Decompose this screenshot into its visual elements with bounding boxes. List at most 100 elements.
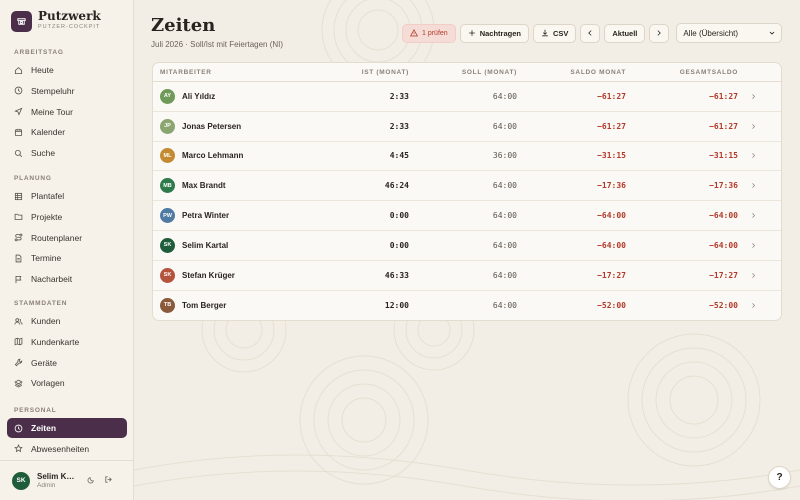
- total-balance: −61:27: [709, 121, 738, 131]
- sidebar-item-label: Heute: [31, 65, 54, 75]
- employee-name: Ali Yıldız: [182, 91, 216, 101]
- chevron-right-icon[interactable]: [738, 182, 768, 189]
- previous-month-button[interactable]: [580, 23, 601, 43]
- employee-name: Selim Kartal: [182, 240, 229, 250]
- actual-hours: 12:00: [384, 300, 409, 310]
- sidebar-item-label: Vorlagen: [31, 378, 65, 389]
- actual-hours: 0:00: [389, 240, 409, 250]
- table-row[interactable]: PW Petra Winter 0:00 64:00 −64:00 −64:00: [153, 201, 781, 231]
- chevron-right-icon[interactable]: [738, 302, 768, 309]
- csv-export-button[interactable]: CSV: [532, 23, 577, 43]
- sidebar-item-kalender[interactable]: Kalender: [7, 122, 127, 142]
- map-icon: [14, 337, 23, 346]
- employee-name: Stefan Krüger: [182, 270, 235, 280]
- sidebar-item-routenplaner[interactable]: Routenplaner: [7, 228, 127, 248]
- avatar[interactable]: SK: [12, 471, 30, 490]
- chevron-right-icon[interactable]: [738, 212, 768, 219]
- table-row[interactable]: SK Selim Kartal 0:00 64:00 −64:00 −64:00: [153, 231, 781, 261]
- warning-icon: [410, 29, 418, 37]
- next-month-button[interactable]: [649, 23, 670, 43]
- header-total-balance[interactable]: GESAMTSALDO: [626, 69, 738, 76]
- employee-avatar: SK: [160, 237, 175, 253]
- sidebar-item-meine tour[interactable]: Meine Tour: [7, 102, 127, 122]
- review-warning-label: 1 prüfen: [422, 29, 448, 37]
- table-row[interactable]: AY Ali Yıldız 2:33 64:00 −61:27 −61:27: [153, 82, 781, 112]
- sidebar-item-nacharbeit[interactable]: Nacharbeit: [7, 269, 127, 289]
- nav-section-planung: PLANUNG: [14, 175, 52, 182]
- month-balance: −64:00: [597, 240, 626, 250]
- sidebar-item-geräte[interactable]: Geräte: [7, 353, 127, 373]
- user-bar: SK Selim Ka... Admin: [0, 460, 133, 500]
- chevron-right-icon[interactable]: [738, 242, 768, 249]
- sidebar-item-kunden[interactable]: Kunden: [7, 311, 127, 331]
- table-row[interactable]: TB Tom Berger 12:00 64:00 −52:00 −52:00: [153, 291, 781, 320]
- employee-name: Petra Winter: [182, 211, 230, 221]
- target-hours: 64:00: [492, 270, 517, 280]
- download-icon: [542, 29, 548, 37]
- users-icon: [14, 317, 23, 326]
- total-balance: −52:00: [709, 300, 738, 310]
- help-button[interactable]: ?: [768, 466, 791, 489]
- header-actual[interactable]: IST (MONAT): [343, 69, 409, 76]
- times-table: MITARBEITER IST (MONAT) SOLL (MONAT) SAL…: [152, 62, 782, 321]
- sidebar-item-label: Routenplaner: [31, 232, 83, 243]
- sidebar-item-label: Kunden: [31, 316, 61, 326]
- current-month-button[interactable]: Aktuell: [604, 23, 646, 43]
- employee-avatar: PW: [160, 208, 175, 224]
- sidebar-item-label: Kalender: [31, 127, 66, 138]
- chevron-down-icon: [770, 31, 775, 35]
- actual-hours: 2:33: [389, 91, 409, 101]
- sidebar-item-suche[interactable]: Suche: [7, 143, 127, 163]
- header-balance[interactable]: SALDO MONAT: [517, 69, 626, 76]
- table-header: MITARBEITER IST (MONAT) SOLL (MONAT) SAL…: [153, 63, 781, 82]
- employee-filter-value: Alle (Übersicht): [683, 28, 739, 38]
- logout-icon[interactable]: [104, 475, 115, 486]
- current-month-label: Aktuell: [612, 28, 638, 38]
- chevron-left-icon: [588, 30, 592, 36]
- sidebar-item-stempeluhr[interactable]: Stempeluhr: [7, 81, 127, 101]
- month-balance: −17:27: [597, 270, 626, 280]
- dark-mode-icon[interactable]: [87, 475, 98, 486]
- user-role: Admin: [37, 482, 56, 489]
- review-warning-button[interactable]: 1 prüfen: [402, 23, 456, 43]
- nav-section-personal: PERSONAL: [14, 407, 57, 414]
- employee-filter-select[interactable]: Alle (Übersicht): [676, 23, 783, 43]
- chevron-right-icon[interactable]: [738, 93, 768, 100]
- calendar-icon: [14, 128, 23, 137]
- sidebar-item-projekte[interactable]: Projekte: [7, 207, 127, 227]
- table-body: AY Ali Yıldız 2:33 64:00 −61:27 −61:27 JP Jonas…: [153, 82, 781, 320]
- sidebar-item-label: Nacharbeit: [31, 274, 73, 285]
- table-row[interactable]: SK Stefan Krüger 46:33 64:00 −17:27 −17:27: [153, 261, 781, 291]
- sidebar-item-vorlagen[interactable]: Vorlagen: [7, 373, 127, 393]
- sidebar-item-abwesenheiten[interactable]: Abwesenheiten: [7, 439, 127, 459]
- sidebar-item-heute[interactable]: Heute: [7, 60, 127, 80]
- header-employee[interactable]: MITARBEITER: [153, 69, 343, 76]
- month-balance: −61:27: [597, 91, 626, 101]
- chevron-right-icon: [657, 30, 662, 36]
- sidebar-item-kundenkarte[interactable]: Kundenkarte: [7, 332, 127, 352]
- header-target[interactable]: SOLL (MONAT): [409, 69, 517, 76]
- employee-name: Tom Berger: [182, 300, 227, 310]
- user-name: Selim Ka...: [37, 472, 77, 481]
- sidebar: Putzwerk PUTZER-COCKPIT ARBEITSTAG Heute S…: [0, 0, 134, 500]
- employee-name: Max Brandt: [182, 181, 226, 191]
- chevron-right-icon[interactable]: [738, 123, 768, 130]
- sidebar-item-plantafel[interactable]: Plantafel: [7, 186, 127, 206]
- target-hours: 64:00: [492, 300, 517, 310]
- table-row[interactable]: MB Max Brandt 46:24 64:00 −17:36 −17:36: [153, 171, 781, 202]
- add-entry-button[interactable]: Nachtragen: [459, 23, 529, 43]
- sidebar-item-termine[interactable]: Termine: [7, 248, 127, 268]
- table-row[interactable]: ML Marco Lehmann 4:45 36:00 −31:15 −31:15: [153, 142, 781, 172]
- folder-icon: [14, 212, 23, 221]
- table-row[interactable]: JP Jonas Petersen 2:33 64:00 −61:27 −61:27: [153, 112, 781, 142]
- actual-hours: 2:33: [389, 121, 409, 131]
- employee-name: Jonas Petersen: [182, 121, 242, 131]
- total-balance: −31:15: [709, 151, 738, 161]
- month-balance: −64:00: [597, 211, 626, 221]
- sidebar-item-zeiten[interactable]: Zeiten: [7, 418, 127, 438]
- chevron-right-icon[interactable]: [738, 272, 768, 279]
- brand[interactable]: Putzwerk PUTZER-COCKPIT: [11, 10, 101, 32]
- sidebar-item-label: Projekte: [31, 211, 63, 222]
- employee-avatar: SK: [160, 267, 175, 283]
- chevron-right-icon[interactable]: [738, 152, 768, 159]
